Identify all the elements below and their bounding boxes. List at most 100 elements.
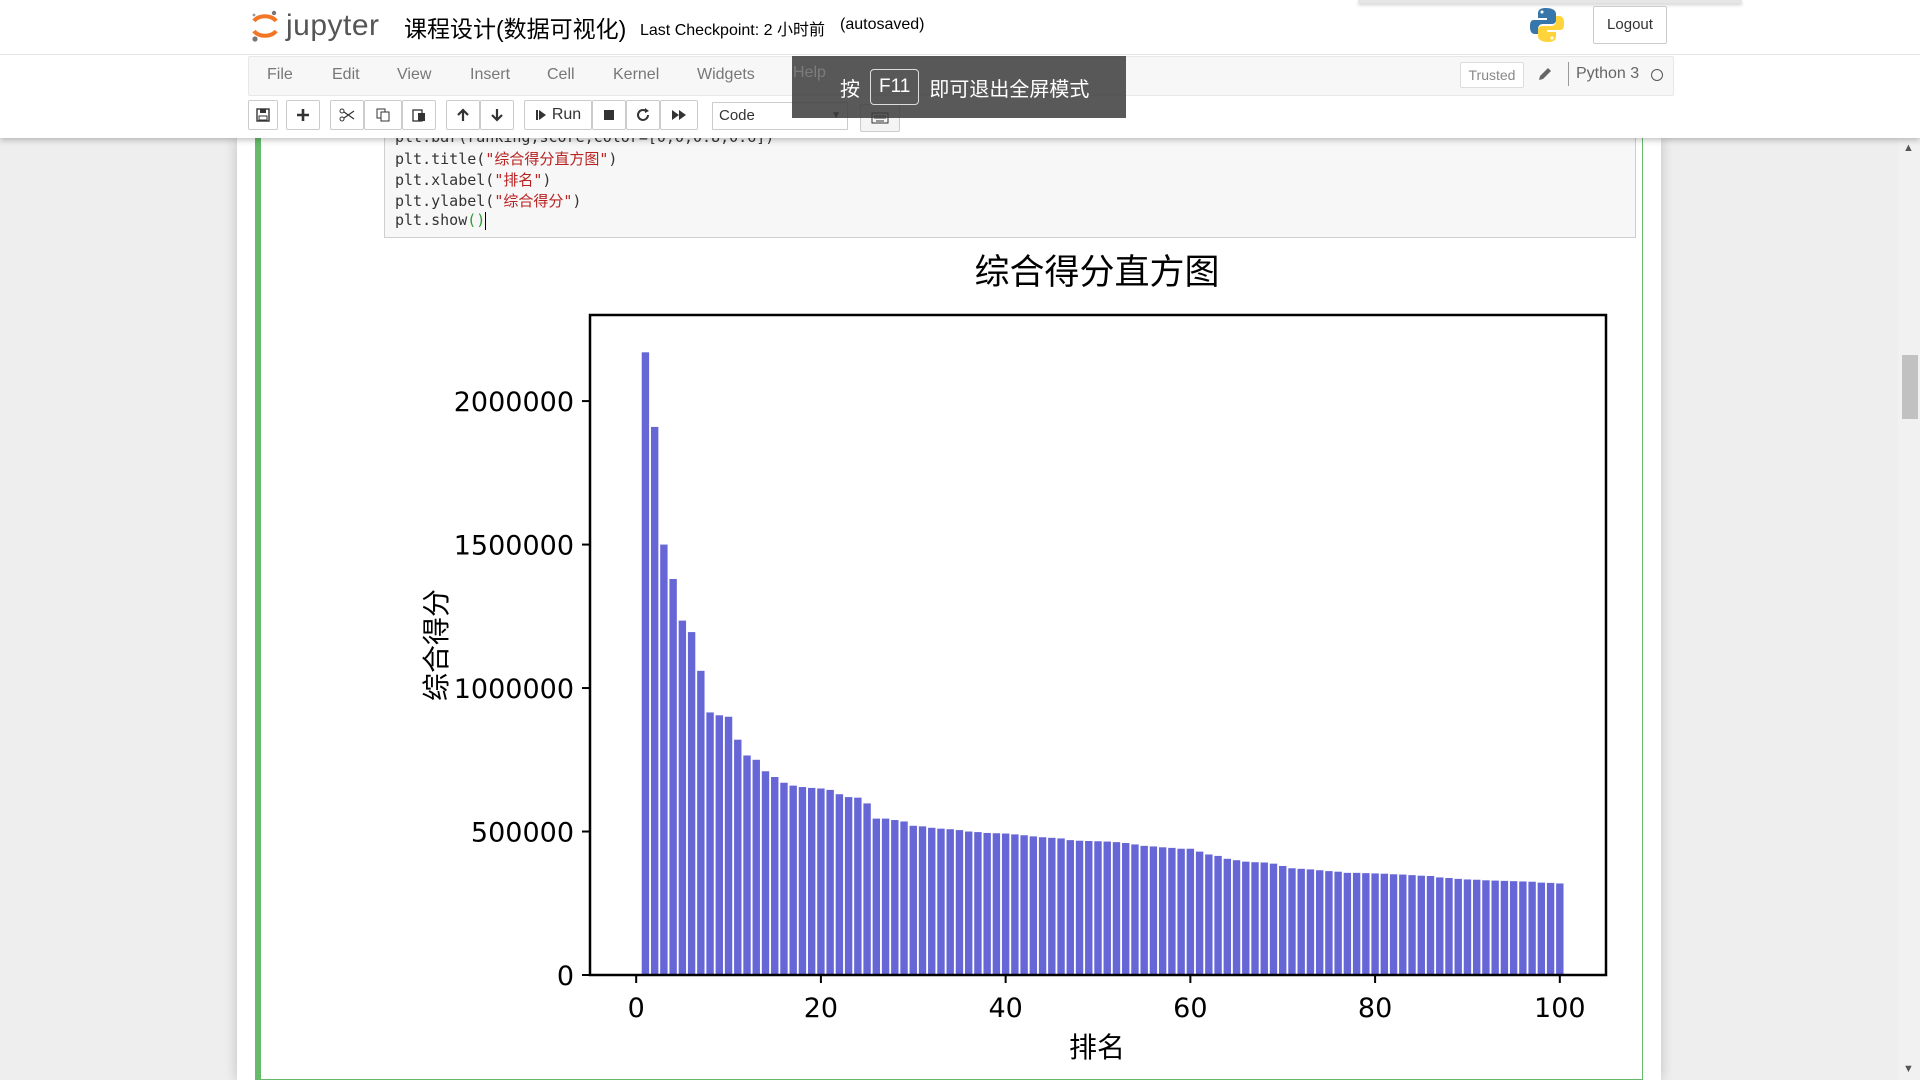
menu-widgets[interactable]: Widgets xyxy=(697,66,755,84)
bar xyxy=(835,794,844,975)
bar xyxy=(1288,868,1296,975)
y-tick-label: 500000 xyxy=(471,818,574,849)
bar xyxy=(1066,840,1074,975)
y-axis-label: 综合得分 xyxy=(420,589,453,701)
bar xyxy=(1122,843,1130,975)
bar xyxy=(678,620,687,975)
bar xyxy=(1315,870,1324,975)
bar xyxy=(881,818,890,975)
step-forward-icon xyxy=(535,110,546,120)
bar xyxy=(1519,881,1527,975)
bar xyxy=(1214,855,1222,975)
bar xyxy=(1038,837,1047,975)
fullscreen-hint-message: 即可退出全屏模式 xyxy=(929,78,1090,101)
run-button[interactable]: Run xyxy=(524,100,592,130)
x-tick-label: 0 xyxy=(628,993,645,1024)
bar xyxy=(789,785,797,975)
pencil-icon[interactable] xyxy=(1537,66,1553,87)
arrow-up-icon xyxy=(457,108,469,121)
code-line-4: plt.ylabel("综合得分") xyxy=(395,192,582,210)
bar xyxy=(734,739,742,975)
run-label: Run xyxy=(551,106,582,123)
bar xyxy=(826,789,834,975)
x-tick-label: 60 xyxy=(1173,993,1207,1024)
paste-icon xyxy=(412,109,425,122)
bar xyxy=(928,827,936,975)
bar xyxy=(1297,868,1305,975)
copy-button[interactable] xyxy=(364,100,402,130)
menu-cell[interactable]: Cell xyxy=(547,66,575,84)
restart-run-all-button[interactable] xyxy=(660,100,698,130)
trusted-badge[interactable]: Trusted xyxy=(1460,62,1524,88)
jupyter-logo[interactable]: jupyter xyxy=(250,6,380,46)
bar xyxy=(1472,879,1481,975)
menu-help[interactable]: Help xyxy=(793,64,826,82)
x-tick-label: 100 xyxy=(1534,993,1586,1024)
logo-text: jupyter xyxy=(286,9,380,42)
bar xyxy=(1011,834,1019,975)
restart-button[interactable] xyxy=(626,100,660,130)
x-axis-label: 排名 xyxy=(1069,1031,1125,1064)
bar xyxy=(955,830,964,975)
bar xyxy=(1408,875,1416,975)
scroll-down-arrow-icon[interactable]: ▼ xyxy=(1903,1063,1914,1075)
bar xyxy=(1279,865,1287,975)
bar xyxy=(992,833,1001,975)
bar xyxy=(669,579,677,975)
fullscreen-hint: 按 F11 即可退出全屏模式 xyxy=(792,56,1126,118)
bar xyxy=(1491,880,1499,975)
interrupt-button[interactable] xyxy=(592,100,626,130)
y-tick-label: 2000000 xyxy=(454,387,574,418)
menu-edit[interactable]: Edit xyxy=(332,66,360,84)
paste-button[interactable] xyxy=(402,100,436,130)
code-editor[interactable]: plt.bar(ranking,score,color=[0,0,0.8,0.6… xyxy=(384,128,1636,238)
title-string: "综合得分直方图" xyxy=(485,150,609,168)
bar xyxy=(1380,873,1389,975)
bar xyxy=(1223,858,1232,975)
bar xyxy=(1362,873,1370,975)
f11-key: F11 xyxy=(870,69,920,105)
logout-button[interactable]: Logout xyxy=(1593,6,1667,44)
bar xyxy=(798,787,807,975)
bar xyxy=(964,831,973,975)
bar xyxy=(937,828,945,975)
page-scrollbar[interactable] xyxy=(1898,138,1920,1080)
scroll-up-arrow-icon[interactable]: ▲ xyxy=(1903,142,1914,154)
top-bar: jupyter 课程设计(数据可视化) Last Checkpoint: 2 小… xyxy=(0,0,1920,55)
bar xyxy=(1242,861,1250,975)
notebook-title[interactable]: 课程设计(数据可视化) xyxy=(404,10,626,44)
menu-kernel[interactable]: Kernel xyxy=(613,66,659,84)
bar-group xyxy=(641,352,1564,976)
jupyter-logo-icon xyxy=(252,10,278,42)
scrollbar-thumb[interactable] xyxy=(1902,355,1918,419)
bar xyxy=(1436,877,1444,975)
bar xyxy=(743,755,751,975)
fullscreen-hint-press: 按 xyxy=(840,78,860,101)
kernel-separator xyxy=(1568,62,1569,86)
copy-icon xyxy=(376,108,390,122)
bar xyxy=(1500,880,1509,975)
move-down-button[interactable] xyxy=(480,100,514,130)
move-up-button[interactable] xyxy=(446,100,480,130)
bar xyxy=(1306,869,1315,975)
menu-insert[interactable]: Insert xyxy=(470,66,510,84)
kernel-name: Python 3 xyxy=(1576,65,1640,82)
bar xyxy=(1417,875,1425,975)
bar xyxy=(1482,880,1490,975)
bar xyxy=(983,832,991,975)
cut-button[interactable] xyxy=(330,100,364,130)
menu-view[interactable]: View xyxy=(397,66,431,84)
insert-cell-button[interactable] xyxy=(286,100,320,130)
stop-icon xyxy=(604,110,614,120)
bar xyxy=(1140,845,1148,975)
menu-file[interactable]: File xyxy=(267,66,293,84)
bar-chart: 综合得分直方图 0 500000 1000000 1500000 2000000 0 20… xyxy=(420,253,1608,1064)
bar xyxy=(1546,882,1555,975)
bar xyxy=(724,716,733,975)
bar xyxy=(1232,860,1241,975)
plus-icon xyxy=(297,109,309,121)
save-button[interactable] xyxy=(248,100,278,130)
bar xyxy=(1020,835,1028,975)
bar xyxy=(1075,840,1084,975)
bar xyxy=(1094,841,1102,975)
